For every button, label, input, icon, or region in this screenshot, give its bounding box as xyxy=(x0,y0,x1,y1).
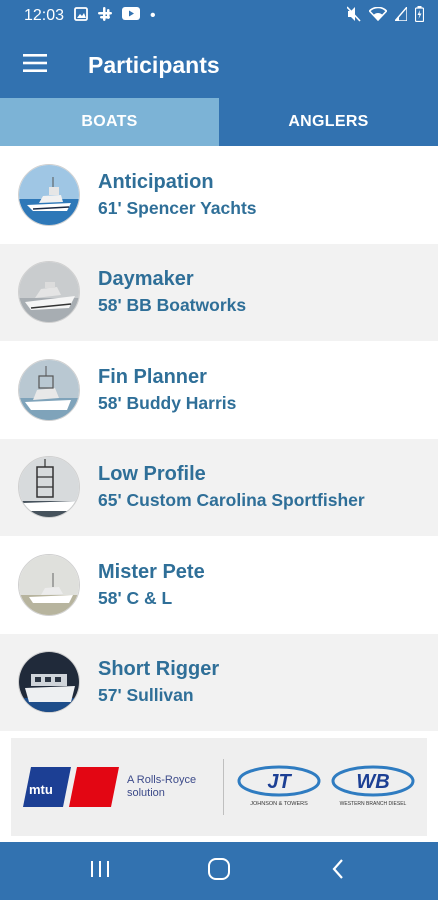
boat-text: Short Rigger 57' Sullivan xyxy=(98,656,219,708)
wb-caption: WESTERN BRANCH DIESEL xyxy=(340,801,407,807)
home-button[interactable] xyxy=(189,842,249,900)
boat-row-short-rigger[interactable]: Short Rigger 57' Sullivan xyxy=(0,633,438,731)
boat-avatar xyxy=(18,261,80,324)
mtu-logo: mtu xyxy=(23,767,119,807)
boat-text: Fin Planner 58' Buddy Harris xyxy=(98,364,236,416)
tab-boats[interactable]: BOATS xyxy=(0,98,219,146)
boat-text: Low Profile 65' Custom Carolina Sportfis… xyxy=(98,461,365,513)
boat-row-low-profile[interactable]: Low Profile 65' Custom Carolina Sportfis… xyxy=(0,438,438,536)
boat-avatar xyxy=(18,358,80,421)
boat-description: 61' Spencer Yachts xyxy=(98,197,257,218)
tab-bar: BOATS ANGLERS xyxy=(0,98,438,146)
boat-name: Mister Pete xyxy=(98,560,205,583)
rolls-royce-line1: A Rolls-Royce xyxy=(127,774,197,786)
status-time: 12:03 xyxy=(24,7,65,24)
boat-description: 58' BB Boatworks xyxy=(98,295,247,316)
app-bar: Participants xyxy=(0,32,438,98)
page-title: Participants xyxy=(88,51,220,78)
tab-anglers[interactable]: ANGLERS xyxy=(219,98,438,146)
status-dot: • xyxy=(150,7,156,24)
boat-name: Anticipation xyxy=(98,170,214,193)
home-icon xyxy=(207,857,231,886)
boat-description: 58' Buddy Harris xyxy=(98,392,237,413)
rolls-royce-line2: solution xyxy=(127,787,165,799)
boat-name: Low Profile xyxy=(98,463,206,486)
system-nav-bar xyxy=(0,842,438,900)
menu-button[interactable] xyxy=(0,32,70,98)
boat-name: Fin Planner xyxy=(98,365,207,388)
boat-row-daymaker[interactable]: Daymaker 58' BB Boatworks xyxy=(0,243,438,341)
boat-avatar xyxy=(18,163,80,226)
banner-divider xyxy=(223,759,224,815)
hamburger-menu-icon xyxy=(23,53,47,77)
boat-avatar xyxy=(18,456,80,519)
signal-icon xyxy=(393,4,408,26)
boat-description: 58' C & L xyxy=(98,587,173,608)
boat-avatar xyxy=(18,651,80,714)
mute-icon xyxy=(346,5,361,27)
slack-icon xyxy=(98,6,113,26)
boat-description: 65' Custom Carolina Sportfisher xyxy=(98,490,365,511)
status-left: 12:03 • xyxy=(24,6,156,26)
boat-text: Daymaker 58' BB Boatworks xyxy=(98,266,246,318)
boat-text: Mister Pete 58' C & L xyxy=(98,559,205,611)
wb-logo-text: WB xyxy=(356,771,389,793)
boat-avatar xyxy=(18,553,80,616)
mtu-logo-text: mtu xyxy=(29,782,53,797)
boat-row-anticipation[interactable]: Anticipation 61' Spencer Yachts xyxy=(0,146,438,244)
status-bar: 12:03 • xyxy=(0,0,438,32)
rolls-royce-text: A Rolls-Royce solution xyxy=(127,774,217,800)
recents-icon xyxy=(89,860,111,883)
jt-logo: JT JOHNSON & TOWERS xyxy=(236,761,322,814)
sponsor-banner[interactable]: mtu A Rolls-Royce solution JT JOHNSON & … xyxy=(11,738,427,836)
youtube-icon xyxy=(122,7,141,25)
jt-logo-text: JT xyxy=(267,771,292,793)
boat-description: 57' Sullivan xyxy=(98,685,194,706)
wifi-icon xyxy=(368,6,388,26)
boat-row-mister-pete[interactable]: Mister Pete 58' C & L xyxy=(0,536,438,634)
back-button[interactable] xyxy=(308,842,368,900)
back-icon xyxy=(331,858,345,885)
boat-list: Anticipation 61' Spencer Yachts Daymaker… xyxy=(0,146,438,732)
jt-caption: JOHNSON & TOWERS xyxy=(250,801,308,807)
boat-name: Short Rigger xyxy=(98,658,220,681)
battery-icon xyxy=(414,5,425,27)
gallery-icon xyxy=(74,6,88,26)
boat-text: Anticipation 61' Spencer Yachts xyxy=(98,169,257,221)
boat-row-fin-planner[interactable]: Fin Planner 58' Buddy Harris xyxy=(0,341,438,439)
boat-name: Daymaker xyxy=(98,268,194,291)
recents-button[interactable] xyxy=(70,842,130,900)
status-right xyxy=(346,4,425,27)
wb-logo: WB WESTERN BRANCH DIESEL xyxy=(330,761,416,814)
